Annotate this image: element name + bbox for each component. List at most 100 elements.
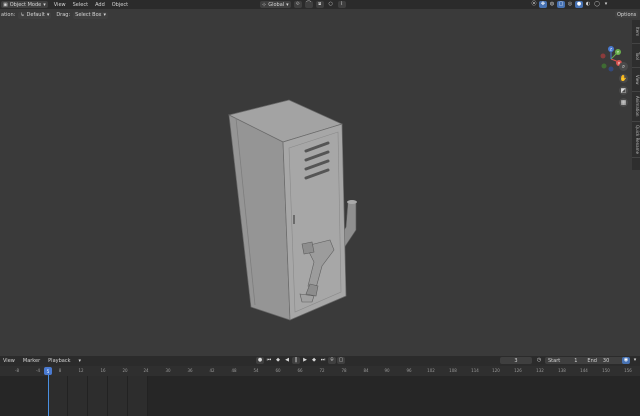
ruler-tick: 8 [58,368,62,373]
ruler-tick: 54 [253,368,259,373]
options-label: Options [617,11,637,18]
timeline-menu-marker[interactable]: Marker [23,358,40,364]
playhead-line[interactable] [48,374,49,416]
timeline-area[interactable]: -8 -4 8 12 16 20 24 30 36 42 48 54 60 66… [0,366,640,416]
menu-add[interactable]: Add [95,2,105,8]
start-value[interactable]: 1 [574,358,577,364]
pivot-point-icon[interactable]: ⟐ [293,1,302,8]
chevron-down-icon: ▾ [43,1,46,8]
timeline-header: View Marker Playback ▾ ● ⏮ ◆ ◀ ‖ ▶ ◆ ⏭ ⌾… [0,356,640,366]
ruler-tick: 90 [384,368,390,373]
transform-controls: ⊹ Global ▾ ⟐ ⌒ ⧈ ○ ⌇ [260,1,346,8]
header-menu: View Select Add Object [54,2,128,8]
play-icon[interactable]: ▶ [301,357,309,364]
transform-orientation-dropdown[interactable]: ⊹ Global ▾ [260,1,291,8]
tab-item[interactable]: Item [632,20,640,44]
sidebar-tabs: Item Tool View Animation Quick Rename [632,20,640,170]
falloff-icon[interactable]: ⌇ [337,1,346,8]
chevron-down-icon[interactable]: ▾ [631,357,639,364]
chevron-down-icon: ▾ [103,12,106,18]
visibility-icon[interactable]: ⦿ [530,1,538,8]
menu-object[interactable]: Object [112,2,128,8]
ruler-tick: -4 [36,368,40,373]
wireframe-shading-icon[interactable]: ◎ [566,1,574,8]
xray-icon[interactable]: ▢ [557,1,565,8]
rendered-shading-icon[interactable]: ◯ [593,1,601,8]
timeline-frame-block [108,376,128,416]
timeline-menu-view[interactable]: View [3,358,15,364]
orientation-axis-icon: ↳ [20,12,25,18]
tab-view[interactable]: View [632,68,640,92]
menu-view[interactable]: View [54,2,66,8]
overlay-icon[interactable]: ◍ [548,1,556,8]
chevron-down-icon: ▾ [46,12,50,18]
timeline-ruler[interactable]: -8 -4 8 12 16 20 24 30 36 42 48 54 60 66… [0,366,640,376]
current-frame-field[interactable]: 3 [500,357,532,364]
object-mode-icon: ▣ [3,1,8,8]
playhead-frame-badge[interactable]: 5 [44,367,52,375]
ruler-tick: 120 [492,368,500,373]
ruler-tick: 150 [602,368,610,373]
options-dropdown[interactable]: Options [615,11,639,18]
chevron-down-icon: ▾ [78,358,81,364]
ruler-tick: 30 [165,368,171,373]
perspective-toggle-icon[interactable]: ▦ [619,98,628,107]
jump-end-icon[interactable]: ⏭ [319,357,327,364]
ruler-tick: 126 [514,368,522,373]
ruler-tick: 72 [319,368,325,373]
drag-value: Select Box [75,12,102,18]
tab-tool[interactable]: Tool [632,44,640,68]
ruler-tick: 20 [122,368,128,373]
end-label: End [587,357,597,364]
ruler-tick: 24 [143,368,149,373]
ruler-tick: 108 [449,368,457,373]
chevron-down-icon: ▾ [286,1,289,8]
material-shading-icon[interactable]: ◐ [584,1,592,8]
menu-select[interactable]: Select [73,2,88,8]
play-reverse-icon[interactable]: ◀ [283,357,291,364]
keyset-icon[interactable]: ▢ [337,357,345,364]
timeline-filter-icon[interactable]: ◉ [622,357,630,364]
tab-animation[interactable]: Animation [632,92,640,122]
zoom-icon[interactable]: ⌕ [619,62,628,71]
ruler-tick: 36 [187,368,193,373]
current-frame-value: 3 [514,357,518,364]
ruler-tick: 66 [297,368,303,373]
timeline-frame-block [48,376,68,416]
ruler-tick: -8 [15,368,19,373]
solid-shading-icon[interactable]: ● [575,1,583,8]
auto-key-icon[interactable]: ● [256,357,264,364]
jump-start-icon[interactable]: ⏮ [265,357,273,364]
ruler-tick: 114 [471,368,479,373]
timeline-frame-block [88,376,108,416]
drag-label: Drag: [56,12,71,18]
camera-view-icon[interactable]: ◩ [619,86,628,95]
ruler-tick: 144 [580,368,588,373]
orientation-label: ation: [1,12,16,18]
clock-icon[interactable]: ◷ [535,357,543,364]
ruler-tick: 42 [209,368,215,373]
locker-model[interactable] [0,20,640,354]
keying-icon[interactable]: ⌾ [328,357,336,364]
3d-viewport[interactable]: X Y Z ⌕ ✋ ◩ ▦ [0,20,640,354]
ruler-tick: 60 [275,368,281,373]
shading-options-icon[interactable]: ▾ [602,1,610,8]
orientation-value: Default [26,12,45,18]
pause-icon[interactable]: ‖ [292,357,300,364]
proportional-edit-icon[interactable]: ○ [327,1,335,8]
playback-controls: ● ⏮ ◆ ◀ ‖ ▶ ◆ ⏭ ⌾ ▢ [256,357,345,364]
snap-icon[interactable]: ⌒ [304,1,313,8]
snap-target-icon[interactable]: ⧈ [315,1,324,8]
orientation-dropdown[interactable]: ↳ Default ▾ [18,11,52,19]
ruler-tick: 138 [558,368,566,373]
end-value[interactable]: 30 [603,358,609,364]
next-keyframe-icon[interactable]: ◆ [310,357,318,364]
timeline-menu-playback[interactable]: Playback [48,358,70,364]
prev-keyframe-icon[interactable]: ◆ [274,357,282,364]
drag-dropdown[interactable]: Select Box ▾ [73,11,108,19]
object-mode-dropdown[interactable]: ▣ Object Mode ▾ [1,1,48,8]
pan-hand-icon[interactable]: ✋ [619,74,628,83]
gizmo-toggle-icon[interactable]: ✥ [539,1,547,8]
ruler-tick: 102 [427,368,435,373]
tab-quick-rename[interactable]: Quick Rename [632,122,640,158]
